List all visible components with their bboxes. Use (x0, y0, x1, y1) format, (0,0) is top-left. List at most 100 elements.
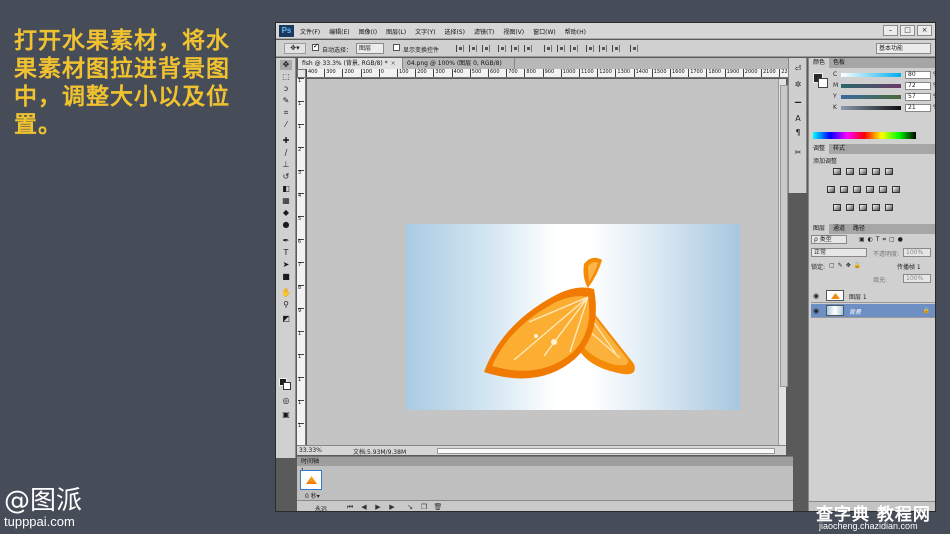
align-vcenter-icon[interactable] (469, 45, 477, 52)
propagate-frame-label[interactable]: 传播帧 1 (897, 262, 921, 271)
menu-layer[interactable]: 图层(L) (386, 27, 406, 36)
distribute-bottom-icon[interactable] (570, 45, 578, 52)
auto-select-checkbox[interactable] (312, 42, 319, 51)
zoom-level[interactable]: 33.33% (299, 447, 322, 454)
maximize-button[interactable]: □ (900, 25, 915, 36)
hand-tool-icon[interactable]: ✋ (280, 288, 292, 298)
move-tool-icon[interactable]: ✥ (280, 60, 292, 70)
distribute-right-icon[interactable] (612, 45, 620, 52)
healing-brush-tool-icon[interactable]: ✚ (280, 136, 292, 146)
frame-thumbnail[interactable] (300, 470, 322, 490)
align-left-icon[interactable] (498, 45, 506, 52)
tool-presets-icon[interactable]: ✂ (792, 148, 804, 158)
gradient-map-icon[interactable] (872, 204, 880, 211)
marquee-tool-icon[interactable]: ⬚ (280, 72, 292, 82)
threshold-icon[interactable] (859, 204, 867, 211)
move-tool-preset[interactable]: ✥▾ (284, 43, 306, 54)
magenta-slider[interactable] (841, 84, 901, 88)
duplicate-frame-icon[interactable]: ❐ (419, 503, 429, 511)
yellow-value[interactable]: 57 (905, 93, 931, 101)
exposure-icon[interactable] (872, 168, 880, 175)
distribute-vcenter-icon[interactable] (557, 45, 565, 52)
next-frame-icon[interactable]: ▶ (387, 503, 397, 511)
tab-adjustments[interactable]: 调整 (809, 144, 830, 154)
brush-tool-icon[interactable]: ∕ (280, 148, 292, 158)
distribute-left-icon[interactable] (586, 45, 594, 52)
yellow-slider[interactable] (841, 95, 901, 99)
color-lookup-icon[interactable] (892, 186, 900, 193)
menu-edit[interactable]: 编辑(E) (329, 27, 349, 36)
document-canvas[interactable] (406, 224, 740, 410)
posterize-icon[interactable] (846, 204, 854, 211)
black-white-icon[interactable] (853, 186, 861, 193)
orange-slices-image[interactable] (484, 254, 654, 379)
minimize-button[interactable]: – (883, 25, 898, 36)
align-hcenter-icon[interactable] (511, 45, 519, 52)
eraser-tool-icon[interactable]: ◧ (280, 184, 292, 194)
vertical-scrollbar[interactable] (778, 79, 788, 445)
vibrance-icon[interactable] (885, 168, 893, 175)
pen-tool-icon[interactable]: ✒ (280, 236, 292, 246)
tab-color[interactable]: 颜色 (809, 58, 830, 68)
menu-window[interactable]: 窗口(W) (533, 27, 556, 36)
menu-file[interactable]: 文件(F) (300, 27, 320, 36)
close-icon[interactable]: × (391, 60, 396, 67)
layer-row-layer1[interactable]: ◉ 图层 1 (811, 289, 935, 303)
lasso-tool-icon[interactable]: ↄ (280, 84, 292, 94)
align-bottom-icon[interactable] (482, 45, 490, 52)
close-button[interactable]: × (917, 25, 932, 36)
cyan-slider[interactable] (841, 73, 901, 77)
brightness-icon[interactable] (833, 168, 841, 175)
lock-icons[interactable]: ▢✎✥🔒 (829, 262, 864, 269)
shape-tool-icon[interactable]: ■ (280, 272, 292, 282)
align-right-icon[interactable] (524, 45, 532, 52)
tab-styles[interactable]: 样式 (829, 144, 849, 154)
menu-filter[interactable]: 滤镜(T) (474, 27, 494, 36)
black-slider[interactable] (841, 106, 901, 110)
visibility-eye-icon[interactable]: ◉ (813, 307, 819, 315)
menu-view[interactable]: 视图(V) (503, 27, 524, 36)
photo-filter-icon[interactable] (866, 186, 874, 193)
curves-icon[interactable] (859, 168, 867, 175)
black-value[interactable]: 21 (905, 104, 931, 112)
character-icon[interactable]: A (792, 114, 804, 124)
opacity-field[interactable]: 100% (903, 248, 931, 257)
menu-select[interactable]: 选择(S) (444, 27, 465, 36)
menu-help[interactable]: 帮助(H) (565, 27, 586, 36)
zoom-tool-icon[interactable]: ⚲ (280, 300, 292, 310)
visibility-eye-icon[interactable]: ◉ (813, 292, 819, 300)
invert-icon[interactable] (833, 204, 841, 211)
loop-dropdown[interactable]: 永远 (315, 504, 327, 511)
canvas-area[interactable] (307, 79, 786, 445)
path-select-tool-icon[interactable]: ➤ (280, 260, 292, 270)
show-transform-checkbox[interactable] (393, 44, 400, 51)
prev-frame-icon[interactable]: ◀ (359, 503, 369, 511)
play-icon[interactable]: ▶ (373, 503, 383, 511)
horizontal-scrollbar[interactable] (437, 448, 775, 454)
magenta-value[interactable]: 72 (905, 82, 931, 90)
workspace-dropdown[interactable]: 基本功能 (876, 43, 931, 54)
color-balance-icon[interactable] (840, 186, 848, 193)
quick-select-tool-icon[interactable]: ✎ (280, 96, 292, 106)
default-colors-icon[interactable]: ◩ (280, 314, 292, 324)
fill-field[interactable]: 100% (903, 274, 931, 283)
history-icon[interactable]: ⏎ (792, 64, 804, 74)
delete-frame-icon[interactable]: 🗑 (433, 503, 443, 511)
distribute-top-icon[interactable] (544, 45, 552, 52)
menu-image[interactable]: 图像(I) (359, 27, 377, 36)
selective-color-icon[interactable] (885, 204, 893, 211)
horizontal-ruler[interactable]: 400 300 200 100 0 100 200 300 400 500 600 700 800 900… (306, 69, 793, 78)
auto-align-icon[interactable] (630, 45, 638, 52)
blur-tool-icon[interactable]: ◆ (280, 208, 292, 218)
auto-select-dropdown[interactable]: 图层 (356, 43, 384, 54)
clone-stamp-tool-icon[interactable]: ⊥ (280, 160, 292, 170)
hue-saturation-icon[interactable] (827, 186, 835, 193)
channel-mixer-icon[interactable] (879, 186, 887, 193)
layer-row-background[interactable]: ◉ 背景 🔒 (811, 304, 935, 318)
frame-delay[interactable]: 0 秒▾ (305, 491, 320, 500)
levels-icon[interactable] (846, 168, 854, 175)
align-top-icon[interactable] (456, 45, 464, 52)
color-spectrum[interactable] (813, 132, 916, 139)
cyan-value[interactable]: 80 (905, 71, 931, 79)
screen-mode-icon[interactable]: ▣ (280, 410, 292, 420)
